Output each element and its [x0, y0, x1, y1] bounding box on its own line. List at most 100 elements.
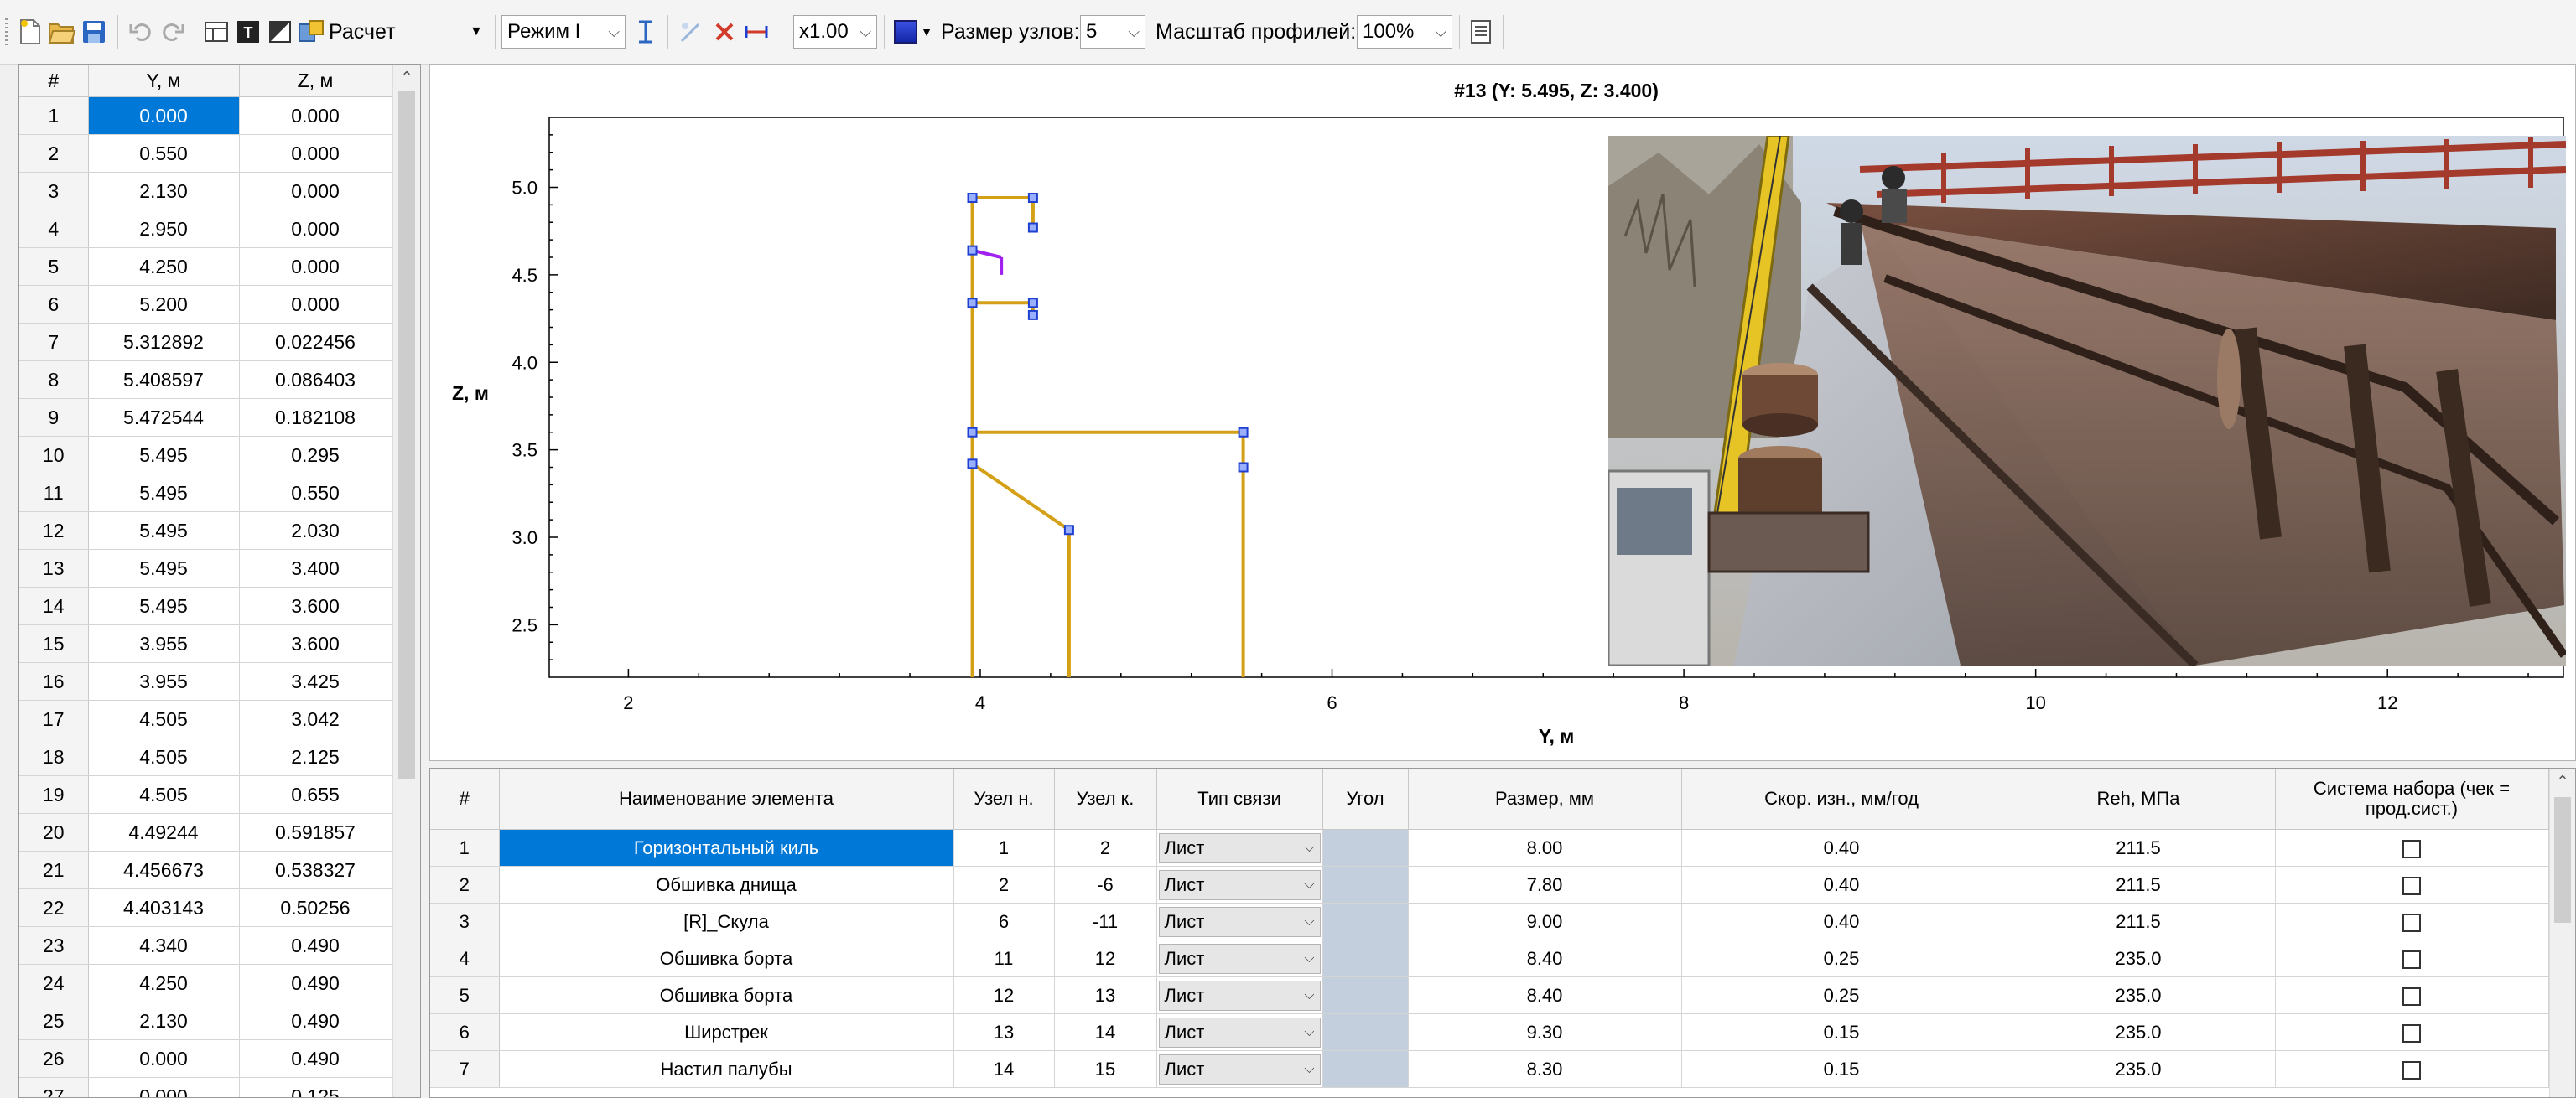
table-row[interactable]: 4 2.950 0.000 [19, 210, 392, 248]
element-reh-cell[interactable]: 235.0 [2002, 940, 2276, 977]
table-row[interactable]: 17 4.505 3.042 [19, 700, 392, 738]
element-start-node-cell[interactable]: 14 [953, 1050, 1055, 1088]
element-reh-cell[interactable]: 211.5 [2002, 829, 2276, 867]
element-end-node-cell[interactable]: 13 [1054, 976, 1157, 1014]
node-z-cell[interactable]: 0.591857 [239, 813, 392, 852]
element-end-node-cell[interactable]: -11 [1054, 903, 1157, 940]
node-z-cell[interactable]: 0.550 [239, 474, 392, 512]
node-index-cell[interactable]: 2 [19, 134, 89, 173]
element-size-cell[interactable]: 7.80 [1408, 866, 1682, 904]
scrollbar-thumb[interactable] [2554, 797, 2571, 923]
table-row[interactable]: 1 Горизонтальный киль 1 2 Лист ⌵ 8.00 0.40 211.5 [430, 829, 2549, 867]
element-name-cell[interactable]: Обшивка борта [499, 940, 954, 977]
node-z-cell[interactable]: 0.182108 [239, 398, 392, 437]
nodes-header-y[interactable]: Y, м [88, 65, 240, 97]
table-row[interactable]: 6 Ширстрек 13 14 Лист ⌵ 9.30 0.15 235.0 [430, 1013, 2549, 1051]
node-z-cell[interactable]: 0.50256 [239, 888, 392, 927]
link-type-select[interactable]: Лист ⌵ [1158, 1054, 1321, 1085]
element-framing-cell[interactable] [2275, 1050, 2549, 1088]
element-start-node-cell[interactable]: 6 [953, 903, 1055, 940]
node-z-cell[interactable]: 2.030 [239, 511, 392, 550]
element-index-cell[interactable]: 5 [430, 976, 500, 1014]
table-row[interactable]: 23 4.340 0.490 [19, 926, 392, 965]
element-name-cell[interactable]: Обшивка борта [499, 976, 954, 1014]
table-row[interactable]: 1 0.000 0.000 [19, 96, 392, 135]
node-y-cell[interactable]: 4.250 [88, 964, 240, 1002]
node-z-cell[interactable]: 0.000 [239, 96, 392, 135]
table-row[interactable]: 8 5.408597 0.086403 [19, 360, 392, 399]
element-index-cell[interactable]: 2 [430, 866, 500, 904]
element-corrosion-cell[interactable]: 0.40 [1681, 866, 2002, 904]
node-z-cell[interactable]: 0.022456 [239, 323, 392, 361]
table-row[interactable]: 3 [R]_Скула 6 -11 Лист ⌵ 9.00 0.40 211.5 [430, 903, 2549, 940]
node-index-cell[interactable]: 10 [19, 436, 89, 474]
table-row[interactable]: 12 5.495 2.030 [19, 511, 392, 550]
element-corrosion-cell[interactable]: 0.15 [1681, 1013, 2002, 1051]
node-index-cell[interactable]: 24 [19, 964, 89, 1002]
table-row[interactable]: 10 5.495 0.295 [19, 436, 392, 474]
node-z-cell[interactable]: 0.490 [239, 964, 392, 1002]
node-z-cell[interactable]: 0.000 [239, 210, 392, 248]
shading-icon[interactable] [265, 15, 295, 49]
element-framing-cell[interactable] [2275, 976, 2549, 1014]
node-index-cell[interactable]: 26 [19, 1039, 89, 1078]
node-y-cell[interactable]: 5.472544 [88, 398, 240, 437]
link-type-select[interactable]: Лист ⌵ [1158, 1017, 1321, 1048]
elements-header-name[interactable]: Наименование элемента [499, 769, 954, 830]
framing-system-checkbox[interactable] [2402, 1060, 2421, 1080]
node-y-cell[interactable]: 0.550 [88, 134, 240, 173]
text-cursor-icon[interactable] [631, 15, 661, 49]
element-start-node-cell[interactable]: 1 [953, 829, 1055, 867]
element-name-cell[interactable]: Настил палубы [499, 1050, 954, 1088]
node-index-cell[interactable]: 23 [19, 926, 89, 965]
element-reh-cell[interactable]: 235.0 [2002, 1013, 2276, 1051]
link-type-select[interactable]: Лист ⌵ [1158, 869, 1321, 900]
node-y-cell[interactable]: 4.505 [88, 738, 240, 776]
element-start-node-cell[interactable]: 12 [953, 976, 1055, 1014]
nodes-grid[interactable]: # Y, м Z, м 1 0.000 0.000 2 0.550 0.000 3 2.130… [18, 64, 421, 1098]
link-type-select[interactable]: Лист ⌵ [1158, 943, 1321, 974]
node-y-cell[interactable]: 5.495 [88, 474, 240, 512]
scrollbar-thumb[interactable] [398, 91, 415, 779]
table-row[interactable]: 4 Обшивка борта 11 12 Лист ⌵ 8.40 0.25 235.0 [430, 940, 2549, 977]
element-link-type-cell[interactable]: Лист ⌵ [1156, 1013, 1323, 1051]
node-z-cell[interactable]: 0.000 [239, 134, 392, 173]
profile-scale-select[interactable]: 100% ⌵ [1357, 15, 1452, 49]
save-icon[interactable] [79, 15, 109, 49]
element-corrosion-cell[interactable]: 0.15 [1681, 1050, 2002, 1088]
element-start-node-cell[interactable]: 13 [953, 1013, 1055, 1051]
link-type-select[interactable]: Лист ⌵ [1158, 906, 1321, 937]
node-index-cell[interactable]: 9 [19, 398, 89, 437]
node-z-cell[interactable]: 0.125 [239, 1077, 392, 1097]
element-end-node-cell[interactable]: 12 [1054, 940, 1157, 977]
element-size-cell[interactable]: 8.40 [1408, 940, 1682, 977]
node-z-cell[interactable]: 3.600 [239, 624, 392, 663]
element-name-cell[interactable]: Горизонтальный киль [499, 829, 954, 867]
element-framing-cell[interactable] [2275, 940, 2549, 977]
node-index-cell[interactable]: 6 [19, 285, 89, 324]
node-y-cell[interactable]: 5.495 [88, 511, 240, 550]
node-y-cell[interactable]: 4.340 [88, 926, 240, 965]
node-y-cell[interactable]: 3.955 [88, 662, 240, 701]
profile-chart-pane[interactable]: #13 (Y: 5.495, Z: 3.400) 2 4 6 8 10 12 2.5 3.0… [429, 64, 2576, 761]
node-y-cell[interactable]: 0.000 [88, 96, 240, 135]
node-y-cell[interactable]: 5.312892 [88, 323, 240, 361]
node-z-cell[interactable]: 0.490 [239, 1002, 392, 1040]
node-index-cell[interactable]: 22 [19, 888, 89, 927]
node-y-cell[interactable]: 4.505 [88, 775, 240, 814]
nodes-header-index[interactable]: # [19, 65, 89, 97]
element-angle-cell[interactable] [1322, 829, 1409, 867]
node-z-cell[interactable]: 0.538327 [239, 851, 392, 889]
element-link-type-cell[interactable]: Лист ⌵ [1156, 866, 1323, 904]
node-z-cell[interactable]: 2.125 [239, 738, 392, 776]
table-row[interactable]: 5 Обшивка борта 12 13 Лист ⌵ 8.40 0.25 235.0 [430, 976, 2549, 1014]
nodes-scrollbar[interactable]: ⌃ [392, 65, 420, 1097]
node-z-cell[interactable]: 3.042 [239, 700, 392, 738]
node-y-cell[interactable]: 5.495 [88, 436, 240, 474]
color-picker-button[interactable]: ▼ [891, 15, 936, 49]
element-size-cell[interactable]: 9.30 [1408, 1013, 1682, 1051]
node-z-cell[interactable]: 3.425 [239, 662, 392, 701]
table-row[interactable]: 3 2.130 0.000 [19, 172, 392, 210]
elements-header-size[interactable]: Размер, мм [1408, 769, 1682, 830]
element-link-type-cell[interactable]: Лист ⌵ [1156, 903, 1323, 940]
